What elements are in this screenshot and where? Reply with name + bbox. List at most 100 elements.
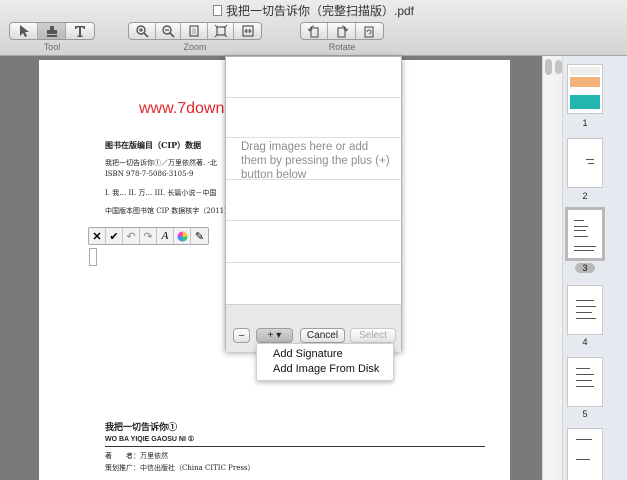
zoom-to-fit-button[interactable] <box>208 23 235 39</box>
window-title: 我把一切告诉你（完整扫描版）.pdf <box>225 4 415 18</box>
select-button[interactable]: Select <box>350 328 396 343</box>
row-divider <box>226 97 401 98</box>
undo-annotation-button[interactable]: ↶ <box>123 228 140 244</box>
thumbnail-page-3[interactable] <box>565 207 605 261</box>
highlight-button[interactable]: ✎ <box>191 228 208 244</box>
thumbnail-page-2[interactable] <box>567 138 603 188</box>
pdf-document-icon <box>212 5 222 16</box>
book-title-pinyin: WO BA YIQIE GAOSU NI ① <box>105 436 195 443</box>
thumbnail-text-line <box>574 230 586 231</box>
zoom-to-fit-icon <box>214 24 227 38</box>
thumbnail-number-1: 1 <box>582 118 588 128</box>
watermark-text: www.7down. <box>139 100 229 117</box>
sidebar-scrollbar-thumb[interactable] <box>555 60 562 74</box>
redo-icon: ↷ <box>143 230 153 243</box>
thumbnail-text-line <box>576 368 590 369</box>
zoom-group-label: Zoom <box>183 42 207 52</box>
author-line: 著 者：万里依然 <box>105 452 168 460</box>
isbn-line: ISBN 978-7-5086-3105-9 <box>105 170 194 178</box>
thumbnail-text-line <box>576 459 590 460</box>
annotation-toolbar: ✕ ✔ ↶ ↷ A ✎ <box>88 227 209 245</box>
menu-item-add-image-from-disk[interactable]: Add Image From Disk <box>257 362 393 377</box>
thumbnail-number-3: 3 <box>575 263 595 273</box>
sidebar-scrollbar[interactable] <box>554 56 563 480</box>
redo-annotation-button[interactable]: ↷ <box>140 228 157 244</box>
rotate-group-label: Rotate <box>328 42 356 52</box>
color-picker-button[interactable] <box>174 228 191 244</box>
document-scrollbar-thumb[interactable] <box>545 59 552 75</box>
thumbnail-text-line <box>574 246 596 247</box>
signature-drop-area[interactable]: Drag images here or add them by pressing… <box>226 57 401 304</box>
thumbnail-text-line <box>576 318 596 319</box>
rotate-page-icon <box>364 26 374 38</box>
thumbnail-page-5[interactable] <box>567 357 603 407</box>
add-signature-dropdown-menu: Add Signature Add Image From Disk <box>256 343 394 381</box>
undo-icon: ↶ <box>126 230 136 243</box>
stamp-icon <box>46 26 57 37</box>
book-title: 我把一切告诉你① <box>105 423 178 433</box>
font-style-button[interactable]: A <box>157 228 174 244</box>
thumbnail-page-1[interactable] <box>567 64 603 114</box>
confirm-annotation-button[interactable]: ✔ <box>106 228 123 244</box>
thumbnail-text-line <box>574 250 594 251</box>
zoom-out-icon <box>162 25 175 38</box>
add-signature-menu-button[interactable]: + ▾ <box>256 328 293 343</box>
annotation-text-box[interactable] <box>89 248 97 266</box>
thumbnail-text-line <box>574 226 588 227</box>
x-icon: ✕ <box>92 230 102 243</box>
thumbnail-number-5: 5 <box>582 409 588 419</box>
text-tool-button[interactable] <box>66 23 94 39</box>
signature-tool-button[interactable] <box>38 23 66 39</box>
thumbnail-cover-top <box>570 67 600 75</box>
window-title-row: 我把一切告诉你（完整扫描版）.pdf <box>0 2 627 18</box>
cip-line: 我把一切告诉你①／万里依然著. -北 <box>105 159 217 167</box>
zoom-group <box>128 22 262 40</box>
publisher-line: 策划推广：中信出版社（China CITIC Press） <box>105 464 255 472</box>
signature-panel: Drag images here or add them by pressing… <box>225 56 402 352</box>
zoom-out-button[interactable] <box>156 23 182 39</box>
thumbnail-text-line <box>588 163 594 164</box>
thumbnail-text-line <box>576 374 594 375</box>
remove-signature-button[interactable]: – <box>233 328 250 343</box>
document-scrollbar[interactable] <box>542 56 554 480</box>
thumbnail-text-line <box>576 306 596 307</box>
thumbnail-cover-image <box>570 95 600 109</box>
actual-size-button[interactable] <box>181 23 208 39</box>
zoom-to-width-button[interactable] <box>234 23 261 39</box>
pointer-tool-button[interactable] <box>10 23 38 39</box>
text-t-icon <box>75 26 85 37</box>
thumbnail-text-line <box>574 236 588 237</box>
checkmark-icon: ✔ <box>109 230 119 243</box>
thumbnail-text-line <box>576 312 592 313</box>
thumbnail-number-2: 2 <box>582 191 588 201</box>
thumbnail-page-4[interactable] <box>567 285 603 335</box>
thumbnail-text-line <box>576 439 592 440</box>
thumbnail-sidebar: 1 2 3 4 5 <box>554 56 627 480</box>
thumbnail-text-line <box>576 386 594 387</box>
cancel-button[interactable]: Cancel <box>300 328 345 343</box>
thumbnail-text-line <box>586 159 594 160</box>
cip-data-line: 中国版本图书馆 CIP 数据核字（2011） <box>105 207 232 215</box>
arrow-pointer-icon <box>19 25 29 37</box>
rotate-left-button[interactable] <box>301 23 329 39</box>
thumbnail-number-4: 4 <box>582 337 588 347</box>
color-wheel-icon <box>177 231 187 241</box>
rotate-right-icon <box>336 25 348 38</box>
actual-size-icon <box>189 25 199 37</box>
tool-group-label: Tool <box>43 42 61 52</box>
thumbnail-text-line <box>576 380 592 381</box>
rotate-right-button[interactable] <box>328 23 356 39</box>
menu-item-add-signature[interactable]: Add Signature <box>257 347 393 362</box>
pen-icon: ✎ <box>194 230 205 243</box>
row-divider <box>226 220 401 221</box>
delete-annotation-button[interactable]: ✕ <box>89 228 106 244</box>
font-a-icon: A <box>161 230 169 242</box>
rotate-group <box>300 22 384 40</box>
rotate-page-button[interactable] <box>356 23 383 39</box>
rotate-left-icon <box>307 25 319 38</box>
zoom-in-button[interactable] <box>129 23 156 39</box>
drop-hint-text: Drag images here or add them by pressing… <box>241 141 390 181</box>
thumbnail-text-line <box>576 300 594 301</box>
thumbnail-page-6[interactable] <box>567 428 603 480</box>
thumbnail-text-line <box>574 220 584 221</box>
